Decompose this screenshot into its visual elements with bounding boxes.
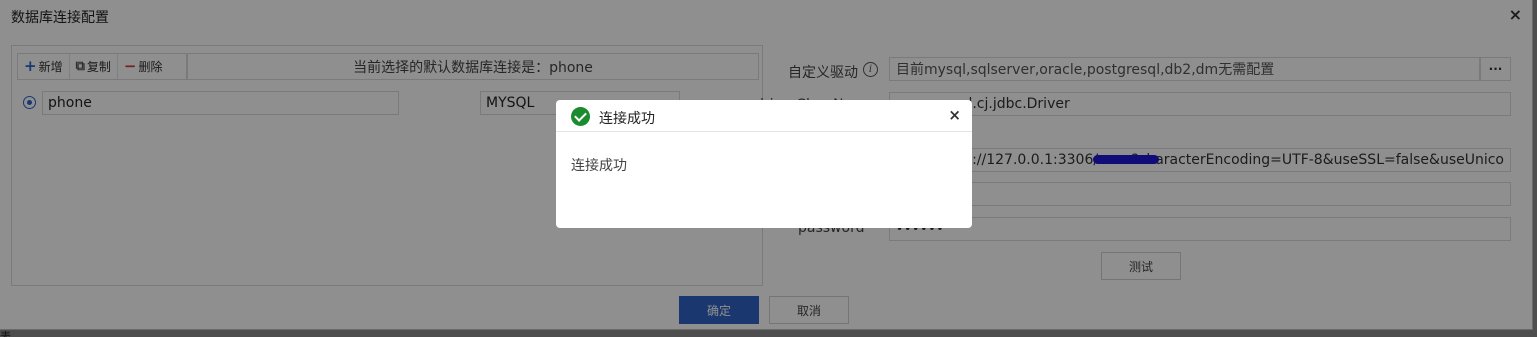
dialog-close-icon[interactable]: ×	[948, 106, 961, 124]
connection-success-dialog: 连接成功 × 连接成功	[556, 100, 972, 228]
dialog-header: 连接成功 ×	[556, 100, 972, 132]
dialog-message: 连接成功	[571, 158, 627, 174]
dialog-title: 连接成功	[599, 111, 655, 127]
check-circle-icon	[571, 107, 590, 126]
